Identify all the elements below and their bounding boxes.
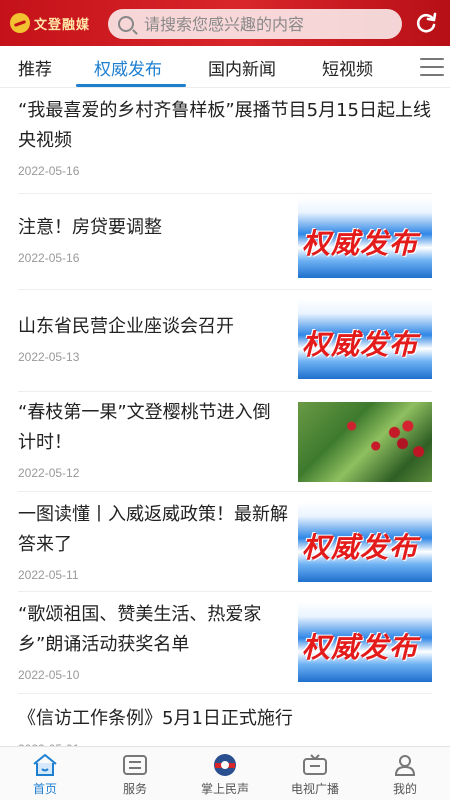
article-item[interactable]: 山东省民营企业座谈会召开 2022-05-13 权威发布: [18, 290, 432, 392]
tab-domestic-news[interactable]: 国内新闻: [208, 55, 276, 80]
user-icon: [394, 755, 416, 776]
nav-public-voice[interactable]: 掌上民声: [180, 747, 270, 800]
article-item[interactable]: “歌颂祖国、赞美生活、热爱家乡”朗诵活动获奖名单 2022-05-10 权威发布: [18, 592, 432, 694]
category-tabs: 推荐 权威发布 国内新闻 短视频: [0, 46, 450, 88]
search-icon: [118, 16, 134, 32]
service-icon: [123, 755, 147, 775]
nav-label: 我的: [392, 782, 417, 796]
tab-short-video[interactable]: 短视频: [322, 55, 373, 80]
nav-service[interactable]: 服务: [90, 747, 180, 800]
article-title: 山东省民营企业座谈会召开: [18, 316, 234, 337]
article-thumbnail: 权威发布: [298, 198, 432, 278]
tab-recommend[interactable]: 推荐: [18, 55, 52, 80]
thumbnail-caption: 权威发布: [302, 631, 419, 664]
nav-label: 首页: [32, 782, 57, 796]
article-title: 《信访工作条例》5月1日正式施行: [18, 708, 293, 729]
article-list: “我最喜爱的乡村齐鲁样板”展播节目5月15日起上线央视频 2022-05-16 …: [0, 88, 450, 746]
thumbnail-caption: 权威发布: [302, 328, 419, 361]
search-input[interactable]: [144, 14, 384, 34]
nav-mine[interactable]: 我的: [360, 747, 450, 800]
cherry-photo-thumbnail: [298, 402, 432, 482]
voice-icon: [214, 754, 236, 776]
nav-tv-radio[interactable]: 电视广播: [270, 747, 360, 800]
article-thumbnail: 权威发布: [298, 602, 432, 682]
logo-text: 文登融媒: [34, 17, 91, 33]
article-item[interactable]: 一图读懂丨入威返威政策！最新解答来了 2022-05-11 权威发布: [18, 492, 432, 592]
article-item[interactable]: 注意！房贷要调整 2022-05-16 权威发布: [18, 194, 432, 290]
logo-mark-icon: [10, 13, 30, 33]
nav-label: 掌上民声: [200, 782, 249, 796]
home-icon: [33, 754, 57, 776]
nav-label: 服务: [122, 782, 147, 796]
article-title: “歌颂祖国、赞美生活、热爱家乡”朗诵活动获奖名单: [18, 604, 262, 655]
nav-label: 电视广播: [290, 782, 339, 796]
tab-authority-release[interactable]: 权威发布: [94, 55, 162, 80]
article-item[interactable]: “春枝第一果”文登樱桃节进入倒计时！ 2022-05-12: [18, 392, 432, 492]
article-thumbnail: 权威发布: [298, 299, 432, 379]
article-item[interactable]: 《信访工作条例》5月1日正式施行 2022-05-01: [18, 694, 432, 746]
nav-home[interactable]: 首页: [0, 747, 90, 800]
article-title: 一图读懂丨入威返威政策！最新解答来了: [18, 504, 288, 555]
refresh-icon[interactable]: [414, 11, 438, 35]
article-title: “我最喜爱的乡村齐鲁样板”展播节目5月15日起上线央视频: [18, 100, 432, 151]
app-logo: 文登融媒: [10, 9, 102, 37]
tv-icon: [303, 754, 327, 775]
active-tab-indicator: [76, 84, 186, 87]
top-header: 文登融媒: [0, 0, 450, 46]
article-item[interactable]: “我最喜爱的乡村齐鲁样板”展播节目5月15日起上线央视频 2022-05-16: [18, 96, 432, 194]
article-title: 注意！房贷要调整: [18, 217, 162, 238]
thumbnail-caption: 权威发布: [302, 227, 419, 260]
thumbnail-caption: 权威发布: [302, 531, 419, 564]
menu-icon[interactable]: [420, 58, 444, 76]
article-thumbnail: 权威发布: [298, 502, 432, 582]
search-bar[interactable]: [108, 9, 402, 39]
article-title: “春枝第一果”文登樱桃节进入倒计时！: [18, 402, 271, 453]
bottom-navigation: 首页 服务 掌上民声 电视广播 我的: [0, 746, 450, 800]
article-date: 2022-05-16: [18, 164, 80, 178]
